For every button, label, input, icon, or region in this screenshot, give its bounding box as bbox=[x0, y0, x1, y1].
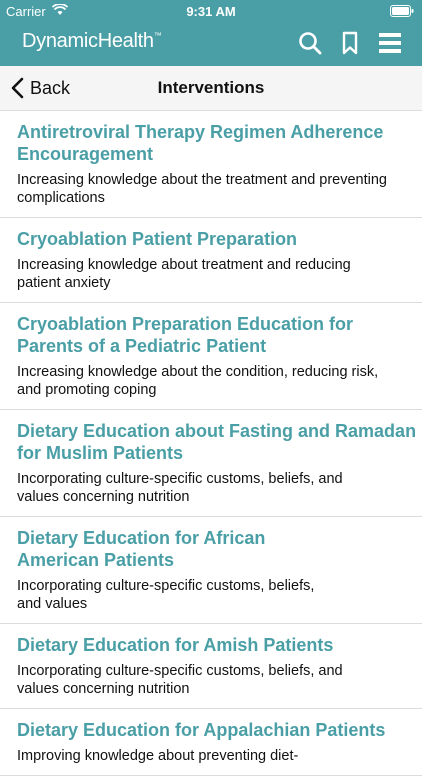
item-title: Cryoablation Preparation Education for Pa… bbox=[17, 314, 354, 356]
search-icon[interactable] bbox=[298, 31, 322, 55]
app-logo[interactable]: DynamicHealth™ bbox=[22, 30, 162, 53]
item-description: Increasing knowledge about the condition… bbox=[17, 364, 379, 398]
clock: 9:31 AM bbox=[186, 4, 236, 19]
item-description: Incorporating culture-specific customs, … bbox=[17, 578, 315, 612]
item-title: Dietary Education for Amish Patients bbox=[17, 635, 334, 655]
list-item[interactable]: Dietary Education for African American Pa… bbox=[0, 517, 422, 624]
item-description: Incorporating culture-specific customs, … bbox=[17, 471, 343, 505]
list-item[interactable]: Dietary Education about Fasting and Rama… bbox=[0, 410, 422, 517]
list-item[interactable]: Dietary Education for Appalachian Patien… bbox=[0, 709, 422, 776]
menu-icon[interactable] bbox=[378, 31, 402, 55]
item-description: Incorporating culture-specific customs, … bbox=[17, 663, 343, 697]
battery-icon bbox=[390, 5, 414, 17]
app-header: DynamicHealth™ bbox=[0, 22, 422, 66]
item-title: Antiretroviral Therapy Regimen Adherence… bbox=[17, 122, 384, 164]
item-description: Increasing knowledge about treatment and… bbox=[17, 257, 351, 291]
list-item[interactable]: Cryoablation Preparation Education for Pa… bbox=[0, 303, 422, 410]
bookmark-icon[interactable] bbox=[338, 31, 362, 55]
list-item[interactable]: Cryoablation Patient Preparation Increas… bbox=[0, 218, 422, 303]
list-item[interactable]: Antiretroviral Therapy Regimen Adherence… bbox=[0, 111, 422, 218]
item-title: Dietary Education about Fasting and Rama… bbox=[17, 421, 417, 463]
app-logo-text: DynamicHealth bbox=[22, 30, 154, 52]
intervention-list: Antiretroviral Therapy Regimen Adherence… bbox=[0, 111, 422, 776]
item-description: Increasing knowledge about the treatment… bbox=[17, 172, 387, 206]
list-item[interactable]: Dietary Education for Amish Patients Inc… bbox=[0, 624, 422, 709]
item-title: Dietary Education for African American Pa… bbox=[17, 528, 266, 570]
item-title: Cryoablation Patient Preparation bbox=[17, 229, 298, 249]
page-title: Interventions bbox=[157, 78, 265, 97]
nav-bar: Back Interventions bbox=[0, 66, 422, 111]
trademark-mark: ™ bbox=[153, 31, 162, 40]
status-bar: Carrier 9:31 AM bbox=[0, 0, 422, 22]
item-title: Dietary Education for Appalachian Patien… bbox=[17, 720, 386, 740]
